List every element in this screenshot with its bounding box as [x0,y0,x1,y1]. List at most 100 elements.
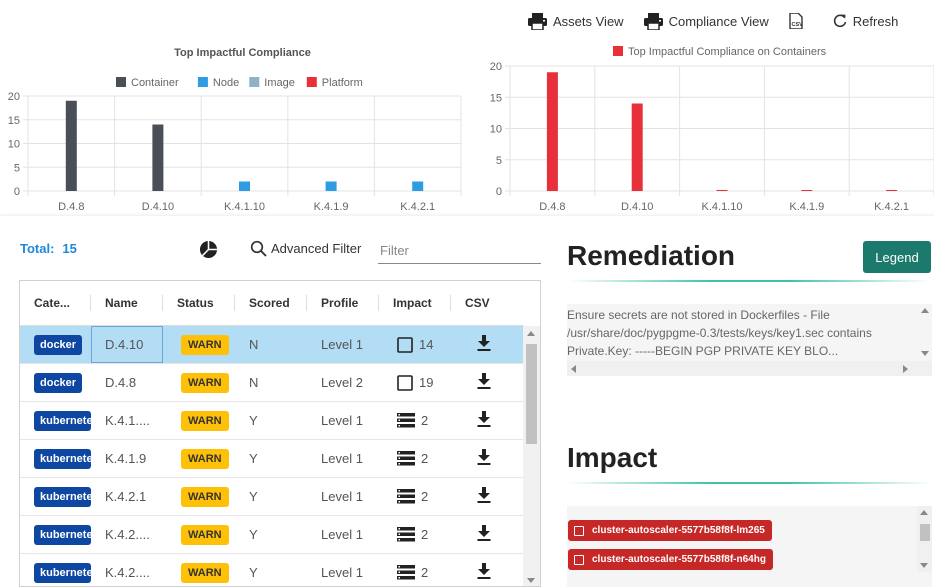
category-cell: kubernetes [20,554,91,586]
legend-label: Node [213,77,239,89]
x-tick-label: K.4.2.1 [400,201,435,213]
scroll-right-arrow[interactable] [903,365,908,373]
scored-cell: Y [249,451,258,466]
impact-cell[interactable]: 2 [379,516,451,553]
name-cell[interactable]: D.4.8 [91,364,163,401]
category-cell: kubernetes [20,440,91,477]
impact-cell[interactable]: 2 [379,402,451,439]
csv-cell [451,554,524,586]
column-header-impact[interactable]: Impact [379,281,451,325]
impact-cell[interactable]: 19 [379,364,451,401]
scroll-thumb[interactable] [920,524,930,541]
column-header-csv[interactable]: CSV [451,281,524,325]
download-icon [477,373,491,389]
impact-cell[interactable]: 2 [379,478,451,515]
profile-cell: Level 1 [321,565,363,580]
csv-download-button[interactable] [477,563,491,582]
scroll-up-arrow[interactable] [921,308,929,313]
table-row[interactable]: docker D.4.8 WARN N Level 2 19 [20,364,524,402]
csv-download-button[interactable] [477,335,491,354]
impact-divider [567,482,932,484]
scroll-up-arrow[interactable] [527,331,535,336]
column-header-status[interactable]: Status [163,281,235,325]
scroll-thumb[interactable] [526,344,537,444]
impact-cell[interactable]: 2 [379,440,451,477]
download-icon [477,335,491,351]
profile-cell: Level 1 [321,413,363,428]
pod-badge[interactable]: cluster-autoscaler-5577b58f8f-n64hg [568,549,773,570]
x-tick-label: D.4.8 [58,201,84,213]
table-row[interactable]: kubernetesK.4.1.... WARN Y Level 1 2 [20,402,524,440]
csv-download-button[interactable] [477,487,491,506]
table-row[interactable]: kubernetesK.4.2.... WARN Y Level 1 2 [20,554,524,586]
pod-badge[interactable]: cluster-autoscaler-5577b58f8f-lm265 [568,520,772,541]
impact-cell[interactable]: 14 [379,326,451,363]
name-cell[interactable]: K.4.1.9 [91,440,163,477]
checkbox-icon[interactable] [574,554,584,565]
impact-title: Impact [567,442,658,473]
name-cell[interactable]: D.4.10 [91,326,163,363]
x-tick-label: D.4.8 [539,201,565,213]
name-cell[interactable]: K.4.2.1 [91,478,163,515]
scroll-left-arrow[interactable] [571,365,576,373]
status-badge: WARN [181,524,229,545]
table-row[interactable]: kubernetesK.4.2.... WARN Y Level 1 2 [20,516,524,554]
category-cell: kubernetes [20,516,91,553]
csv-download-button[interactable] [477,411,491,430]
remediation-vscroll[interactable] [917,304,932,360]
csv-download-button[interactable] [477,373,491,392]
table-row[interactable]: docker D.4.10 WARN N Level 1 14 [20,326,524,364]
csv-download-button[interactable] [477,449,491,468]
y-tick-label: 5 [14,162,20,174]
status-badge: WARN [181,334,229,355]
checkbox-icon[interactable] [574,525,584,536]
impact-count: 2 [421,527,429,542]
square-icon [397,374,413,391]
scroll-down-arrow[interactable] [921,351,929,356]
category-badge: kubernetes [34,524,91,545]
remediation-divider [567,280,932,282]
pie-chart-icon[interactable] [199,240,218,259]
name-cell[interactable]: K.4.1.... [91,402,163,439]
filter-input[interactable] [378,238,541,264]
column-header-name[interactable]: Name [91,281,163,325]
legend-button[interactable]: Legend [863,241,931,273]
name-cell[interactable]: K.4.2.... [91,554,163,586]
advanced-filter-label: Advanced Filter [271,241,362,256]
csv-cell [451,516,524,553]
x-tick-label: K.4.1.10 [702,201,743,213]
stack-icon [397,413,415,428]
category-badge: docker [34,334,83,355]
column-header-profile[interactable]: Profile [307,281,379,325]
scored-cell: Y [249,413,258,428]
impact-count: 14 [419,337,434,352]
square-icon [397,336,413,353]
y-tick-label: 5 [496,155,502,167]
x-tick-label: K.4.1.10 [224,201,265,213]
y-tick-label: 20 [490,61,502,73]
table-row[interactable]: kubernetesK.4.2.1 WARN Y Level 1 2 [20,478,524,516]
csv-cell [451,364,524,401]
remediation-hscroll[interactable] [567,361,932,376]
impact-vscroll[interactable] [917,506,932,572]
impact-cell[interactable]: 2 [379,554,451,586]
column-header-scored[interactable]: Scored [235,281,307,325]
scroll-down-arrow[interactable] [527,578,535,583]
remediation-box: Ensure secrets are not stored in Dockerf… [567,304,932,376]
column-header-category[interactable]: Cate... [20,281,91,325]
name-cell[interactable]: K.4.2.... [91,516,163,553]
profile-cell: Level 1 [321,337,363,352]
table-scrollbar[interactable] [523,326,540,586]
bar [239,181,250,191]
profile-cell: Level 1 [321,527,363,542]
scroll-up-arrow[interactable] [920,510,928,515]
download-icon [477,563,491,579]
status-badge: WARN [181,448,229,469]
csv-download-button[interactable] [477,525,491,544]
total-count: Total: 15 [20,241,77,256]
scroll-down-arrow[interactable] [920,563,928,568]
scored-cell: N [249,375,259,390]
download-icon [477,487,491,503]
advanced-filter-button[interactable]: Advanced Filter [250,240,361,257]
table-row[interactable]: kubernetesK.4.1.9 WARN Y Level 1 2 [20,440,524,478]
